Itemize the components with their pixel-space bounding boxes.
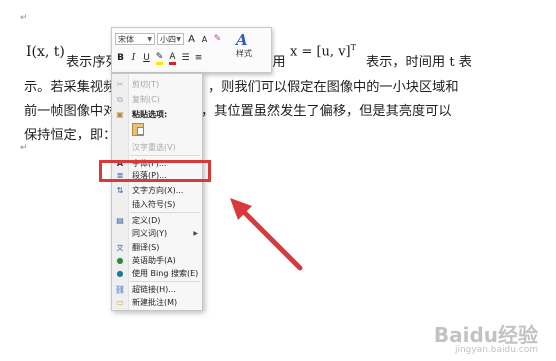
arrow-shaft	[237, 205, 303, 271]
baidu-logo: Baidu经验	[433, 323, 538, 347]
red-arrow-annotation	[230, 198, 303, 271]
baidu-watermark: Baidu经验 jingyan.baidu.com	[434, 319, 538, 355]
